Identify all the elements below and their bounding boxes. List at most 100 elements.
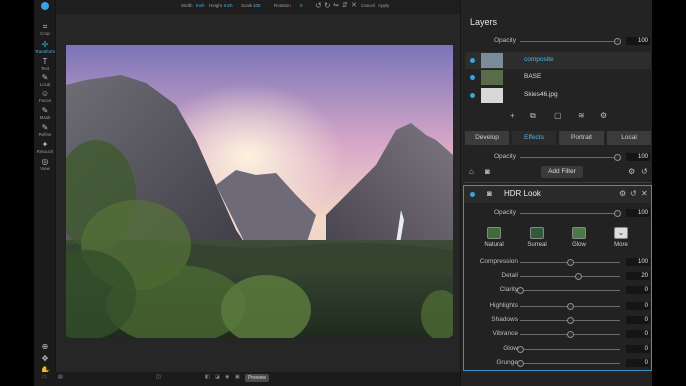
compare-icon[interactable]: ◫ — [156, 374, 161, 380]
panel-toggle-icon[interactable]: ▭ — [42, 374, 47, 380]
slider-track[interactable] — [520, 276, 620, 277]
slider-knob[interactable] — [567, 317, 574, 324]
height-field[interactable]: Inch — [224, 3, 233, 8]
slider-knob[interactable] — [517, 346, 524, 353]
original-icon[interactable]: ◧ — [205, 374, 210, 380]
more-presets-icon[interactable]: ⌄ — [614, 227, 628, 239]
tool-mask[interactable]: ✎ Mask — [34, 106, 56, 120]
slider-value[interactable]: 0 — [626, 286, 650, 294]
selection-tool-icon[interactable]: ⊕ — [34, 342, 56, 351]
filter-reset-icon[interactable]: ↺ — [630, 189, 637, 198]
slider-label: Shadows — [491, 316, 518, 323]
tool-label: Faces — [38, 98, 52, 103]
tool-crop[interactable]: ⌗ Crop — [34, 22, 56, 36]
rotation-field[interactable]: 0 — [300, 3, 303, 8]
mask-view-icon[interactable]: ◪ — [215, 374, 220, 380]
effects-settings-icon[interactable]: ⚙ — [628, 167, 635, 176]
slider-value[interactable]: 20 — [626, 272, 650, 280]
filter-settings-icon[interactable]: ⚙ — [619, 189, 626, 198]
tool-refine[interactable]: ✎ Refine — [34, 123, 56, 137]
slider-knob[interactable] — [567, 303, 574, 310]
add-layer-icon[interactable]: + — [510, 111, 515, 120]
layers-opacity-slider[interactable] — [520, 41, 620, 42]
tool-view[interactable]: ◎ View — [34, 157, 56, 171]
rotate-left-icon[interactable]: ↺ — [315, 1, 322, 10]
tool-faces[interactable]: ☺ Faces — [34, 89, 56, 103]
add-filter-button[interactable]: Add Filter — [541, 166, 583, 178]
effects-reset-icon[interactable]: ↺ — [641, 167, 648, 176]
photo-canvas[interactable] — [66, 45, 453, 338]
faces-icon: ☺ — [40, 89, 50, 98]
tab-local[interactable]: Local — [607, 131, 651, 145]
filter-opacity-knob[interactable] — [614, 210, 621, 217]
effects-camera-icon[interactable]: ◙ — [485, 167, 490, 176]
fit-icon[interactable]: ✕ — [351, 1, 357, 9]
tab-portrait[interactable]: Portrait — [559, 131, 604, 145]
move-tool-icon[interactable]: ✥ — [34, 354, 56, 363]
stack-layers-icon[interactable]: ≋ — [578, 111, 585, 120]
slider-knob[interactable] — [517, 287, 524, 294]
filter-mask-icon[interactable]: ◙ — [487, 189, 492, 198]
filter-opacity-slider[interactable] — [520, 213, 620, 214]
flip-horizontal-icon[interactable]: ⇋ — [333, 1, 339, 9]
layer-visibility-dot[interactable] — [470, 75, 475, 80]
tab-develop[interactable]: Develop — [465, 131, 509, 145]
rotate-right-icon[interactable]: ↻ — [324, 1, 331, 10]
preset-surreal-thumb[interactable] — [530, 227, 544, 239]
copy-layer-icon[interactable]: ▢ — [554, 111, 562, 120]
tool-label: Refine — [38, 132, 52, 137]
slider-knob[interactable] — [567, 331, 574, 338]
slider-knob[interactable] — [517, 360, 524, 367]
filter-close-icon[interactable]: ✕ — [641, 189, 648, 198]
preset-glow-thumb[interactable] — [572, 227, 586, 239]
slider-value[interactable]: 0 — [626, 302, 650, 310]
preset-natural-thumb[interactable] — [487, 227, 501, 239]
filter-opacity-label: Opacity — [493, 209, 516, 216]
slider-knob[interactable] — [567, 259, 574, 266]
text-icon: T — [42, 57, 48, 66]
slider-knob[interactable] — [575, 273, 582, 280]
filter-enabled-dot[interactable] — [470, 192, 475, 197]
flip-vertical-icon[interactable]: ⇵ — [342, 1, 348, 9]
tab-effects[interactable]: Effects — [512, 131, 556, 145]
slider-value[interactable]: 0 — [626, 359, 650, 367]
tool-retouch[interactable]: ✦ Retouch — [34, 140, 56, 154]
slider-value[interactable]: 0 — [626, 316, 650, 324]
effects-opacity-knob[interactable] — [614, 154, 621, 161]
preset-natural-label: Natural — [484, 242, 504, 248]
app-logo-icon — [41, 2, 49, 10]
fit-view-icon[interactable]: ▣ — [235, 374, 240, 380]
effects-mask-icon[interactable]: ⌂ — [469, 167, 474, 176]
layers-opacity-knob[interactable] — [614, 38, 621, 45]
tool-local[interactable]: ✎ Local — [34, 73, 56, 87]
cancel-button[interactable]: Cancel — [361, 3, 375, 8]
tool-text[interactable]: T Text — [34, 57, 56, 71]
effects-opacity-value[interactable]: 100 — [626, 153, 650, 161]
filter-opacity-value[interactable]: 100 — [626, 209, 650, 217]
layer-visibility-dot[interactable] — [470, 58, 475, 63]
slider-value[interactable]: 100 — [626, 258, 650, 266]
zoom-icon[interactable]: ◉ — [225, 374, 229, 380]
layer-row[interactable]: composite — [465, 52, 651, 69]
transform-icon: ✢ — [41, 40, 49, 49]
slider-value[interactable]: 0 — [626, 330, 650, 338]
duplicate-layer-icon[interactable]: ⧉ — [530, 111, 536, 121]
width-field[interactable]: Inch — [196, 3, 205, 8]
layer-row[interactable]: Skies46.jpg — [465, 87, 651, 104]
slider-track[interactable] — [520, 363, 620, 364]
effects-opacity-slider[interactable] — [520, 157, 620, 158]
layer-name: Skies46.jpg — [524, 91, 558, 98]
layer-row[interactable]: BASE — [465, 69, 651, 86]
tool-transform[interactable]: ✢ Transform — [34, 40, 56, 54]
filmstrip-icon[interactable]: ▤ — [58, 374, 63, 380]
refine-icon: ✎ — [41, 123, 49, 132]
layers-opacity-value[interactable]: 100 — [626, 37, 650, 45]
layer-settings-icon[interactable]: ⚙ — [600, 111, 607, 120]
slider-track[interactable] — [520, 349, 620, 350]
scale-field[interactable]: 100 — [253, 3, 261, 8]
preview-button[interactable]: Preview — [245, 374, 269, 382]
apply-button[interactable]: Apply — [378, 3, 389, 8]
layer-visibility-dot[interactable] — [470, 93, 475, 98]
slider-track[interactable] — [520, 290, 620, 291]
slider-value[interactable]: 0 — [626, 345, 650, 353]
